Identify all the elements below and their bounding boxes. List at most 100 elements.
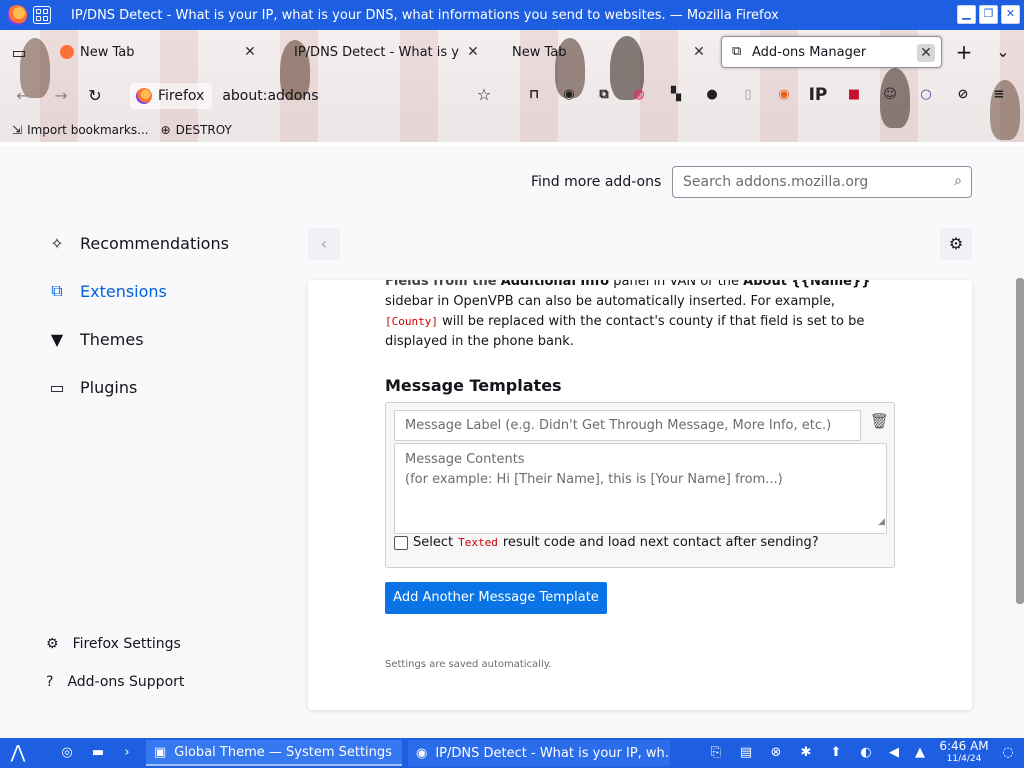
url-text[interactable]: about:addons (222, 88, 318, 104)
paintbrush-icon: ▼ (50, 329, 64, 349)
app-grid-icon[interactable] (33, 6, 51, 24)
forward-arrow-icon[interactable]: → (50, 85, 72, 107)
bookmark-star-icon[interactable]: ☆ (474, 85, 494, 105)
message-label-input[interactable]: Message Label (e.g. Didn't Get Through M… (394, 410, 861, 441)
message-contents-textarea[interactable]: Message Contents (for example: Hi [Their… (394, 443, 887, 534)
menu-hamburger-icon[interactable]: ≡ (989, 85, 1009, 105)
tray-volume-icon[interactable]: ◀ (884, 743, 904, 763)
browser-launcher-icon[interactable]: ◎ (57, 743, 77, 763)
tab-new-tab-1[interactable]: New Tab ✕ (50, 36, 265, 68)
close-tab-icon[interactable]: ✕ (464, 43, 482, 61)
close-tab-icon[interactable]: ✕ (241, 43, 259, 61)
extension-options-panel: Fields from the Additional Info panel in… (308, 280, 972, 710)
reload-icon[interactable]: ↻ (84, 85, 106, 107)
import-bookmarks-item[interactable]: ⇲ Import bookmarks... (12, 123, 149, 137)
footer-label: Firefox Settings (72, 636, 181, 652)
extension-cup-icon[interactable]: ▯ (738, 85, 758, 105)
close-tab-icon[interactable]: ✕ (690, 43, 708, 61)
task-label: Global Theme — System Settings (174, 744, 392, 760)
minimize-button[interactable]: ▁ (957, 5, 976, 24)
bookmark-destroy[interactable]: ⊕ DESTROY (161, 123, 232, 137)
maximize-button[interactable]: ❐ (979, 5, 998, 24)
tab-addons-manager[interactable]: ⧉ Add-ons Manager ✕ (721, 36, 942, 68)
page-scrollbar[interactable] (1016, 278, 1024, 604)
extension-mask-icon[interactable]: ☺ (880, 85, 900, 105)
intro-text: will be replaced with the contact's coun… (385, 314, 865, 349)
extension-ring-icon[interactable]: ○ (916, 85, 936, 105)
ip-search-icon[interactable]: ⊘ (953, 85, 973, 105)
window-titlebar: IP/DNS Detect - What is your IP, what is… (0, 0, 1024, 30)
texted-checkbox[interactable] (394, 535, 408, 550)
clock-time: 6:46 AM (939, 739, 989, 753)
identity-box[interactable]: Firefox (130, 83, 213, 109)
search-placeholder: Search addons.mozilla.org (683, 174, 869, 190)
firefox-settings-link[interactable]: ⚙ Firefox Settings (46, 636, 181, 652)
settings-task-icon: ▣ (154, 744, 167, 760)
extension-red-square-icon[interactable]: ■ (844, 85, 864, 105)
import-icon: ⇲ (12, 123, 23, 137)
bookmark-label: Import bookmarks... (27, 123, 149, 137)
tray-display-icon[interactable]: ◐ (856, 743, 876, 763)
tab-ip-dns-detect[interactable]: IP/DNS Detect - What is yo ✕ (270, 36, 488, 68)
category-label: Themes (80, 329, 144, 349)
back-arrow-icon[interactable]: ← (12, 85, 34, 107)
sparkle-icon: ✧ (50, 233, 64, 253)
system-clock[interactable]: 6:46 AM 11/4/24 (936, 740, 992, 766)
system-taskbar: ⋀ ◎ ▬ › ▣ Global Theme — System Settings… (0, 738, 1024, 768)
task-firefox[interactable]: ◉ IP/DNS Detect - What is your IP, wh... (408, 740, 670, 766)
extension-orange-icon[interactable]: ◉ (774, 85, 794, 105)
tab-new-tab-2[interactable]: New Tab ✕ (494, 36, 714, 68)
window-title: IP/DNS Detect - What is your IP, what is… (71, 7, 779, 23)
extensions-puzzle-icon[interactable]: ⧉ (594, 85, 614, 105)
file-manager-icon[interactable]: ▬ (88, 743, 108, 763)
close-window-button[interactable]: ✕ (1001, 5, 1020, 24)
terminal-icon[interactable]: › (117, 743, 137, 763)
list-all-tabs-chevron-icon[interactable]: ⌄ (992, 41, 1014, 63)
extension-grid-icon[interactable]: ▚ (666, 85, 686, 105)
globe-icon: ⊕ (160, 123, 171, 137)
task-global-theme[interactable]: ▣ Global Theme — System Settings (146, 740, 402, 766)
addons-search-input[interactable]: Search addons.mozilla.org ⌕ (672, 166, 972, 198)
show-desktop-icon[interactable]: ◌ (998, 743, 1018, 763)
add-message-template-button[interactable]: Add Another Message Template (385, 582, 607, 614)
identity-label: Firefox (158, 88, 205, 104)
checkbox-label: result code and load next contact after … (502, 535, 819, 550)
back-chevron-button[interactable]: ‹ (308, 228, 340, 260)
label-placeholder: Message Label (e.g. Didn't Get Through M… (405, 418, 832, 433)
clock-date: 11/4/24 (946, 754, 982, 764)
category-extensions[interactable]: ⧉ Extensions (46, 280, 167, 302)
tray-notes-icon[interactable]: ▤ (736, 743, 756, 763)
category-themes[interactable]: ▼ Themes (46, 328, 144, 350)
extension-badge-icon[interactable]: ◍ (629, 85, 649, 105)
addons-support-link[interactable]: ? Add-ons Support (46, 674, 184, 690)
category-plugins[interactable]: ▭ Plugins (46, 376, 137, 398)
resize-grip-icon[interactable]: ◢ (878, 512, 885, 532)
url-bar[interactable]: Firefox about:addons (130, 81, 470, 111)
extension-dark-circle-icon[interactable]: ● (702, 85, 722, 105)
tab-overview-icon[interactable]: ▭ (8, 42, 30, 64)
addons-manager-page: Find more add-ons Search addons.mozilla.… (0, 146, 1024, 738)
intro-text: sidebar in OpenVPB can also be automatic… (385, 294, 835, 309)
category-label: Extensions (80, 281, 167, 301)
message-templates-heading: Message Templates (385, 376, 562, 395)
tab-strip: ▭ New Tab ✕ IP/DNS Detect - What is yo ✕… (0, 30, 1024, 74)
close-tab-icon[interactable]: ✕ (917, 44, 935, 62)
tray-bluetooth-icon[interactable]: ✱ (796, 743, 816, 763)
texted-checkbox-row[interactable]: Select Texted result code and load next … (394, 535, 819, 550)
new-tab-plus-icon[interactable]: + (953, 41, 975, 63)
tray-clipboard-icon[interactable]: ⎘ (706, 743, 726, 763)
ip-extension-button[interactable]: IP (808, 85, 828, 105)
trash-icon[interactable]: 🗑 (870, 412, 889, 430)
tray-expand-icon[interactable]: ▲ (910, 743, 930, 763)
firefox-icon (7, 5, 27, 25)
account-icon[interactable]: ◉ (559, 85, 579, 105)
category-label: Plugins (80, 377, 138, 397)
intro-bold-text: About {{Name}} (743, 280, 871, 289)
pocket-icon[interactable]: ⊓ (524, 85, 544, 105)
tools-gear-button[interactable]: ⚙ (940, 228, 972, 260)
tray-updates-icon[interactable]: ⬆ (826, 743, 846, 763)
tray-network-off-icon[interactable]: ⊗ (766, 743, 786, 763)
app-launcher-icon[interactable]: ⋀ (8, 743, 28, 763)
category-recommendations[interactable]: ✧ Recommendations (46, 232, 229, 254)
gear-icon: ⚙ (46, 636, 59, 652)
